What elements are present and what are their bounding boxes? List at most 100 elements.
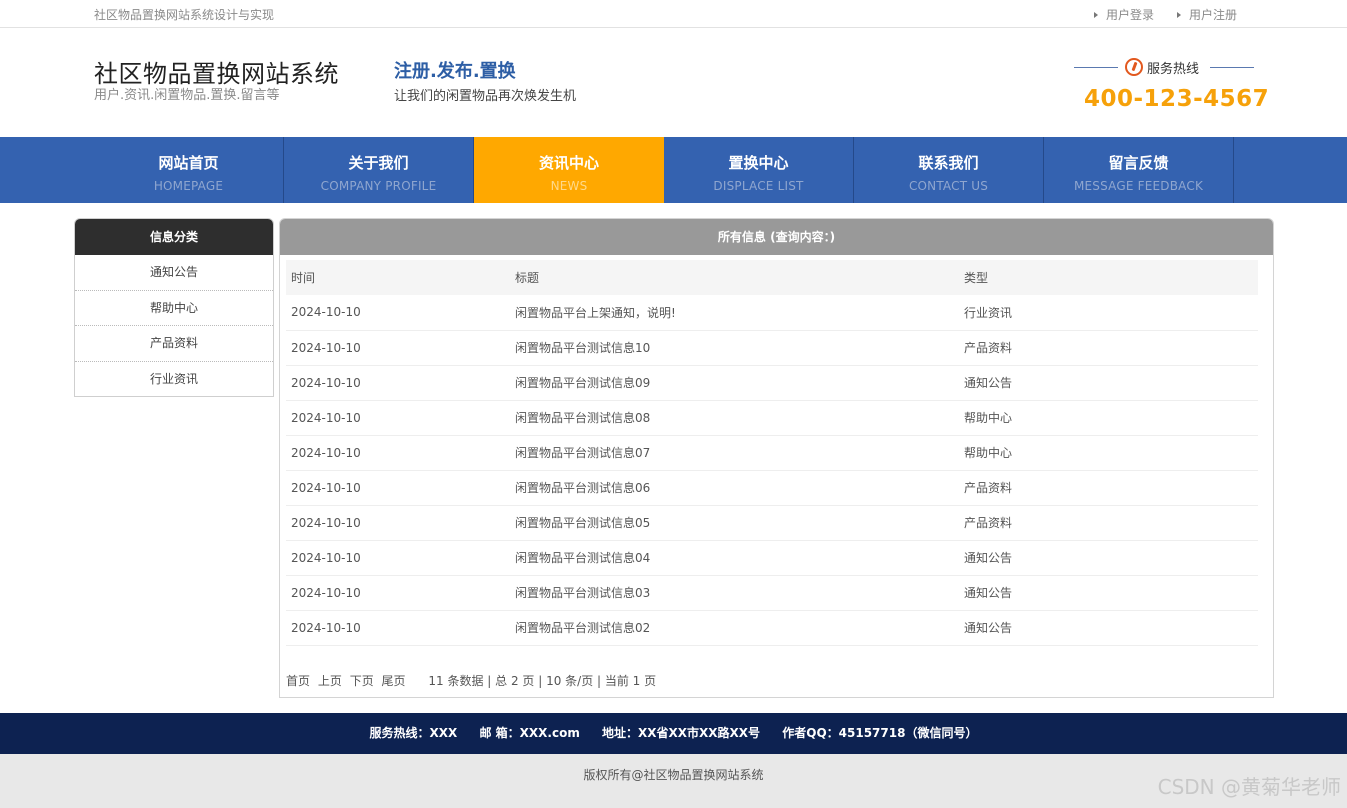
cell-type: 通知公告 (959, 540, 1258, 575)
nav-item-homepage[interactable]: 网站首页 HOMEPAGE (94, 137, 284, 203)
column-header-time: 时间 (286, 260, 510, 295)
hotline-label-group: 服务热线 (1074, 57, 1254, 77)
prev-page-link[interactable]: 上页 (318, 674, 342, 688)
category-sidebar: 信息分类 通知公告 帮助中心 产品资料 行业资讯 (74, 218, 274, 397)
nav-item-about[interactable]: 关于我们 COMPANY PROFILE (284, 137, 474, 203)
cell-title-link[interactable]: 闲置物品平台测试信息05 (510, 505, 959, 540)
login-label: 用户登录 (1106, 8, 1154, 22)
cell-type: 产品资料 (959, 505, 1258, 540)
cell-type: 产品资料 (959, 470, 1258, 505)
logo-subtitle: 用户.资讯.闲置物品.置换.留言等 (94, 84, 280, 103)
phone-icon (1125, 58, 1143, 76)
footer-hotline: 服务热线：XXX (370, 726, 458, 740)
sidebar-item-help[interactable]: 帮助中心 (75, 291, 273, 327)
pagination: 首页 上页 下页 尾页 11 条数据 | 总 2 页 | 10 条/页 | 当前… (286, 672, 656, 689)
header: 社区物品置换网站系统 用户.资讯.闲置物品.置换.留言等 注册.发布.置换 让我… (0, 28, 1347, 137)
hotline-number: 400-123-4567 (1084, 86, 1269, 112)
sidebar-item-industry[interactable]: 行业资讯 (75, 362, 273, 398)
cell-time: 2024-10-10 (286, 400, 510, 435)
watermark: CSDN @黄菊华老师 (1158, 771, 1341, 800)
nav-item-feedback[interactable]: 留言反馈 MESSAGE FEEDBACK (1044, 137, 1234, 203)
cell-title-link[interactable]: 闲置物品平台测试信息03 (510, 575, 959, 610)
cell-title-link[interactable]: 闲置物品平台测试信息08 (510, 400, 959, 435)
first-page-link[interactable]: 首页 (286, 674, 310, 688)
column-header-type: 类型 (959, 260, 1258, 295)
hotline-label: 服务热线 (1147, 58, 1199, 77)
footer-qq: 作者QQ：45157718（微信同号） (782, 726, 977, 740)
sidebar-title: 信息分类 (75, 219, 273, 255)
table-row: 2024-10-10闲置物品平台测试信息02通知公告 (286, 610, 1258, 645)
nav-label: 留言反馈 (1044, 152, 1233, 173)
cell-time: 2024-10-10 (286, 470, 510, 505)
footer-address: 地址：XX省XX市XX路XX号 (602, 726, 760, 740)
cell-type: 行业资讯 (959, 295, 1258, 330)
nav-label-en: CONTACT US (854, 179, 1043, 193)
nav-item-displace[interactable]: 置换中心 DISPLACE LIST (664, 137, 854, 203)
site-caption: 社区物品置换网站系统设计与实现 (94, 6, 274, 23)
nav-label: 联系我们 (854, 152, 1043, 173)
arrow-right-icon (1177, 12, 1181, 18)
copyright: 版权所有@社区物品置换网站系统 (0, 754, 1347, 808)
table-row: 2024-10-10闲置物品平台上架通知，说明!行业资讯 (286, 295, 1258, 330)
footer-email: 邮 箱：XXX.com (479, 726, 579, 740)
cell-title-link[interactable]: 闲置物品平台测试信息10 (510, 330, 959, 365)
cell-time: 2024-10-10 (286, 365, 510, 400)
cell-title-link[interactable]: 闲置物品平台测试信息09 (510, 365, 959, 400)
nav-item-contact[interactable]: 联系我们 CONTACT US (854, 137, 1044, 203)
table-row: 2024-10-10闲置物品平台测试信息04通知公告 (286, 540, 1258, 575)
register-link[interactable]: 用户注册 (1177, 6, 1237, 23)
slogan-subtitle: 让我们的闲置物品再次焕发生机 (394, 85, 576, 104)
main-nav: 网站首页 HOMEPAGE 关于我们 COMPANY PROFILE 资讯中心 … (0, 137, 1347, 203)
table-row: 2024-10-10闲置物品平台测试信息03通知公告 (286, 575, 1258, 610)
nav-label-en: COMPANY PROFILE (284, 179, 473, 193)
nav-label-en: NEWS (474, 179, 664, 193)
divider-line (1210, 67, 1254, 68)
cell-time: 2024-10-10 (286, 575, 510, 610)
nav-label: 网站首页 (94, 152, 283, 173)
table-header-row: 时间 标题 类型 (286, 260, 1258, 295)
sidebar-item-product[interactable]: 产品资料 (75, 326, 273, 362)
info-table: 时间 标题 类型 2024-10-10闲置物品平台上架通知，说明!行业资讯 20… (286, 260, 1258, 646)
table-row: 2024-10-10闲置物品平台测试信息07帮助中心 (286, 435, 1258, 470)
slogan-title: 注册.发布.置换 (394, 57, 516, 83)
table-row: 2024-10-10闲置物品平台测试信息09通知公告 (286, 365, 1258, 400)
cell-type: 帮助中心 (959, 435, 1258, 470)
top-bar: 社区物品置换网站系统设计与实现 用户登录 用户注册 (0, 0, 1347, 28)
register-label: 用户注册 (1189, 8, 1237, 22)
nav-label: 置换中心 (664, 152, 853, 173)
nav-item-news[interactable]: 资讯中心 NEWS (474, 137, 664, 203)
cell-type: 通知公告 (959, 575, 1258, 610)
cell-title-link[interactable]: 闲置物品平台测试信息07 (510, 435, 959, 470)
cell-time: 2024-10-10 (286, 610, 510, 645)
sidebar-item-notice[interactable]: 通知公告 (75, 255, 273, 291)
cell-time: 2024-10-10 (286, 505, 510, 540)
table-row: 2024-10-10闲置物品平台测试信息06产品资料 (286, 470, 1258, 505)
cell-title-link[interactable]: 闲置物品平台测试信息02 (510, 610, 959, 645)
next-page-link[interactable]: 下页 (350, 674, 374, 688)
column-header-title: 标题 (510, 260, 959, 295)
cell-time: 2024-10-10 (286, 540, 510, 575)
cell-time: 2024-10-10 (286, 330, 510, 365)
cell-time: 2024-10-10 (286, 295, 510, 330)
last-page-link[interactable]: 尾页 (382, 674, 406, 688)
cell-time: 2024-10-10 (286, 435, 510, 470)
cell-title-link[interactable]: 闲置物品平台测试信息04 (510, 540, 959, 575)
panel-title: 所有信息 (查询内容：) (280, 219, 1273, 255)
cell-title-link[interactable]: 闲置物品平台测试信息06 (510, 470, 959, 505)
login-link[interactable]: 用户登录 (1094, 6, 1154, 23)
cell-title-link[interactable]: 闲置物品平台上架通知，说明! (510, 295, 959, 330)
nav-label-en: MESSAGE FEEDBACK (1044, 179, 1233, 193)
nav-label-en: DISPLACE LIST (664, 179, 853, 193)
cell-type: 通知公告 (959, 610, 1258, 645)
table-row: 2024-10-10闲置物品平台测试信息10产品资料 (286, 330, 1258, 365)
footer-contact-bar: 服务热线：XXX 邮 箱：XXX.com 地址：XX省XX市XX路XX号 作者Q… (0, 713, 1347, 754)
pagination-info: 11 条数据 | 总 2 页 | 10 条/页 | 当前 1 页 (428, 674, 656, 688)
cell-type: 产品资料 (959, 330, 1258, 365)
nav-label: 资讯中心 (474, 152, 664, 173)
table-row: 2024-10-10闲置物品平台测试信息05产品资料 (286, 505, 1258, 540)
nav-label: 关于我们 (284, 152, 473, 173)
arrow-right-icon (1094, 12, 1098, 18)
divider-line (1074, 67, 1118, 68)
cell-type: 帮助中心 (959, 400, 1258, 435)
info-panel: 所有信息 (查询内容：) 时间 标题 类型 2024-10-10闲置物品平台上架… (279, 218, 1274, 698)
